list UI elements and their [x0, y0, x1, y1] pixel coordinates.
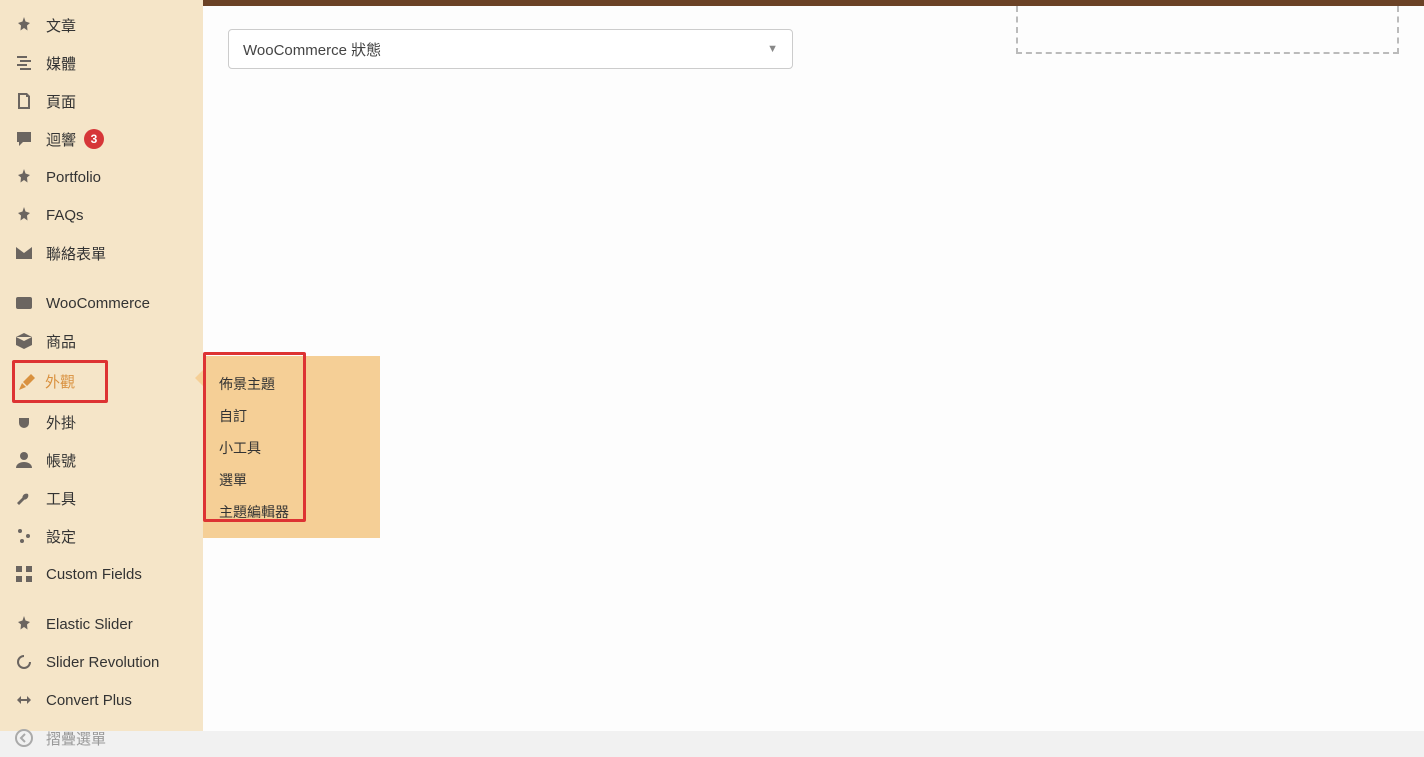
sidebar-item-label: 設定	[46, 526, 76, 547]
sidebar-item-appearance[interactable]: 外觀	[12, 360, 108, 403]
submenu-item-customize[interactable]: 自訂	[203, 400, 380, 432]
woocommerce-status-select[interactable]: WooCommerce 狀態 ▼	[228, 29, 793, 69]
brush-icon	[17, 372, 37, 392]
sidebar-item-label: Slider Revolution	[46, 654, 159, 671]
sidebar-item-collapse[interactable]: 摺疊選單	[0, 719, 203, 757]
sidebar-item-label: 媒體	[46, 53, 76, 74]
sidebar-item-label: 迴響	[46, 129, 76, 150]
convert-icon	[14, 690, 34, 710]
wrench-icon	[14, 488, 34, 508]
submenu-item-themes[interactable]: 佈景主題	[203, 368, 380, 400]
sidebar-item-contact[interactable]: 聯絡表單	[0, 234, 203, 272]
grid-icon	[14, 564, 34, 584]
widget-dropzone[interactable]	[1016, 6, 1399, 54]
sidebar-item-portfolio[interactable]: Portfolio	[0, 158, 203, 196]
sidebar-item-posts[interactable]: 文章	[0, 6, 203, 44]
mail-icon	[14, 243, 34, 263]
refresh-icon	[14, 652, 34, 672]
submenu-item-widgets[interactable]: 小工具	[203, 432, 380, 464]
sidebar-item-label: 外觀	[45, 371, 75, 392]
sidebar-item-label: Elastic Slider	[46, 616, 133, 633]
sidebar-item-woocommerce[interactable]: WooCommerce	[0, 284, 203, 322]
pin-icon	[14, 205, 34, 225]
media-icon	[14, 53, 34, 73]
sidebar-item-label: 商品	[46, 331, 76, 352]
user-icon	[14, 450, 34, 470]
sidebar-item-convert-plus[interactable]: Convert Plus	[0, 681, 203, 719]
sidebar-item-label: FAQs	[46, 207, 84, 224]
sliders-icon	[14, 526, 34, 546]
main-content: WooCommerce 狀態 ▼	[203, 6, 1424, 731]
submenu-item-theme-editor[interactable]: 主題編輯器	[203, 496, 380, 528]
sidebar-item-label: 工具	[46, 488, 76, 509]
pin-icon	[14, 167, 34, 187]
sidebar-item-label: 文章	[46, 15, 76, 36]
sidebar-item-pages[interactable]: 頁面	[0, 82, 203, 120]
sidebar-item-settings[interactable]: 設定	[0, 517, 203, 555]
page-icon	[14, 91, 34, 111]
sidebar-item-label: Convert Plus	[46, 692, 132, 709]
sidebar-item-tools[interactable]: 工具	[0, 479, 203, 517]
sidebar-item-custom-fields[interactable]: Custom Fields	[0, 555, 203, 593]
sidebar-item-elastic-slider[interactable]: Elastic Slider	[0, 605, 203, 643]
collapse-icon	[14, 728, 34, 748]
comment-count-badge: 3	[84, 129, 104, 149]
sidebar-item-label: 帳號	[46, 450, 76, 471]
pin-icon	[14, 614, 34, 634]
sidebar-item-media[interactable]: 媒體	[0, 44, 203, 82]
sidebar-item-slider-revolution[interactable]: Slider Revolution	[0, 643, 203, 681]
appearance-submenu: 佈景主題 自訂 小工具 選單 主題編輯器	[203, 356, 380, 538]
sidebar-item-label: WooCommerce	[46, 295, 150, 312]
box-icon	[14, 331, 34, 351]
admin-sidebar: 文章 媒體 頁面 迴響 3 Portfolio FAQs 聯絡表單 WooCom…	[0, 0, 203, 731]
sidebar-item-plugins[interactable]: 外掛	[0, 403, 203, 441]
sidebar-item-label: 聯絡表單	[46, 243, 106, 264]
sidebar-item-users[interactable]: 帳號	[0, 441, 203, 479]
flyout-arrow-icon	[195, 370, 203, 386]
sidebar-item-label: 外掛	[46, 412, 76, 433]
sidebar-item-label: 頁面	[46, 91, 76, 112]
caret-down-icon: ▼	[767, 43, 778, 55]
sidebar-item-comments[interactable]: 迴響 3	[0, 120, 203, 158]
sidebar-item-faqs[interactable]: FAQs	[0, 196, 203, 234]
sidebar-item-products[interactable]: 商品	[0, 322, 203, 360]
select-label: WooCommerce 狀態	[243, 39, 381, 60]
pin-icon	[14, 15, 34, 35]
submenu-item-menus[interactable]: 選單	[203, 464, 380, 496]
sidebar-item-label: Custom Fields	[46, 566, 142, 583]
woo-icon	[14, 293, 34, 313]
sidebar-item-label: Portfolio	[46, 169, 101, 186]
plug-icon	[14, 412, 34, 432]
comment-icon	[14, 129, 34, 149]
